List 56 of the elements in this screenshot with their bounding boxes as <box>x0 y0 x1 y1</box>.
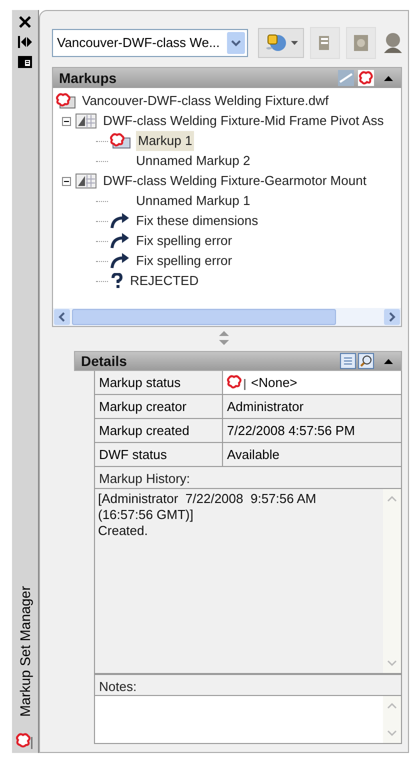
sheet-icon <box>75 173 97 189</box>
property-label: Markup created <box>95 419 223 442</box>
scroll-thumb[interactable] <box>72 309 336 325</box>
republish-button[interactable] <box>310 27 340 59</box>
tree-item[interactable]: Vancouver-DWF-class Welding Fixture.dwf <box>80 91 331 111</box>
property-label: Markup creator <box>95 395 223 418</box>
view-dwf-button[interactable] <box>346 27 376 59</box>
scroll-right-icon[interactable] <box>384 309 400 325</box>
caret-icon <box>290 41 298 45</box>
scroll-left-icon[interactable] <box>54 309 70 325</box>
history-label: Markup History: <box>95 467 401 489</box>
tree-item[interactable]: Markup 1 <box>136 131 194 151</box>
section-header: Details <box>74 351 402 371</box>
splitter-icon[interactable] <box>219 331 229 345</box>
notes-field[interactable] <box>95 695 401 744</box>
markup-icon <box>16 733 34 749</box>
history-line: Created. <box>98 523 149 539</box>
markup-icon <box>227 374 247 390</box>
history-line: [Administrator 7/22/2008 9:57:56 AM <box>98 491 318 507</box>
sheet-icon <box>75 113 97 129</box>
curved-arrow-icon <box>110 213 130 229</box>
notes-label: Notes: <box>98 678 138 695</box>
collapse-icon[interactable] <box>62 116 71 126</box>
tree-item[interactable]: REJECTED <box>128 271 201 291</box>
zoom-icon[interactable] <box>358 353 374 369</box>
markup-icon <box>110 133 132 149</box>
question-mark-icon <box>110 273 124 289</box>
close-icon[interactable] <box>19 16 31 28</box>
document-icon <box>353 34 369 52</box>
markup-file-icon <box>56 93 76 109</box>
curved-arrow-icon <box>110 233 130 249</box>
tree-item[interactable]: Unnamed Markup 1 <box>134 191 252 211</box>
property-value: Available <box>227 446 280 464</box>
horizontal-scrollbar[interactable] <box>53 308 401 326</box>
globe-icon <box>264 32 286 54</box>
tree-item[interactable]: Unnamed Markup 2 <box>134 151 252 171</box>
tree-item[interactable]: Fix spelling error <box>134 231 234 251</box>
history-line: (16:57:56 GMT)] <box>98 507 194 523</box>
section-header: Markups <box>53 68 401 88</box>
property-value: Administrator <box>227 398 304 416</box>
auto-hide-icon[interactable] <box>18 36 32 48</box>
property-label: DWF status <box>95 443 223 466</box>
collapse-icon[interactable] <box>62 176 71 186</box>
markup-icon[interactable] <box>358 70 374 86</box>
palette-title: Markup Set Manager <box>16 586 34 717</box>
property-value: 7/22/2008 4:57:56 PM <box>227 422 355 440</box>
collapse-icon[interactable] <box>384 76 393 80</box>
tree-item[interactable]: Fix these dimensions <box>134 211 260 231</box>
properties-icon[interactable] <box>18 56 32 68</box>
view-toggle-button[interactable] <box>258 28 304 58</box>
tree-item[interactable]: DWF-class Welding Fixture-Gearmotor Mount <box>101 171 368 191</box>
curved-arrow-icon <box>110 253 130 269</box>
markup-set-dropdown[interactable]: Vancouver-DWF-class We... <box>52 29 248 57</box>
collapse-icon[interactable] <box>384 358 393 364</box>
tree-item[interactable]: Fix spelling error <box>134 251 234 271</box>
tree-item[interactable]: DWF-class Welding Fixture-Mid Frame Pivot Ass <box>101 111 386 131</box>
